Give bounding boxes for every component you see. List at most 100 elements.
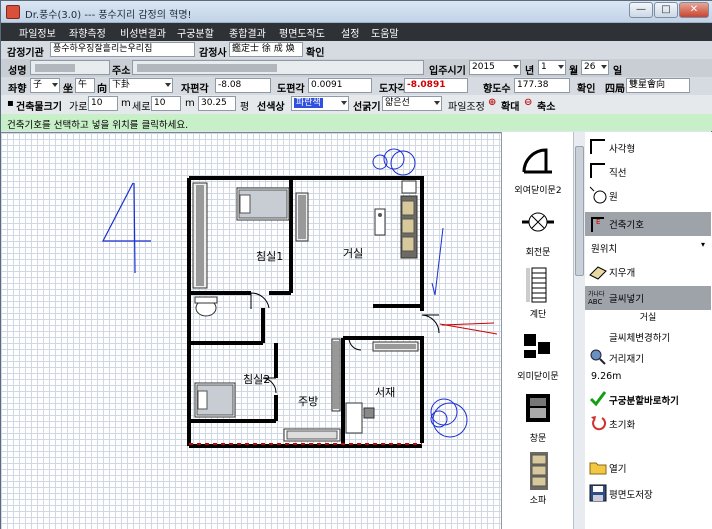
- tool-text-insert[interactable]: 가나다 ABC 글씨넣기: [585, 286, 711, 310]
- jwa-select[interactable]: 子: [30, 78, 60, 93]
- area-field[interactable]: 30.25: [198, 96, 236, 111]
- app-window: Dr.풍수(3.0) --- 풍수지리 감정의 혁명! — □ ✕ 파일정보 좌…: [0, 0, 712, 529]
- tool-measure[interactable]: 거리재기: [585, 346, 711, 368]
- menu-file-info[interactable]: 파일정보: [19, 25, 56, 40]
- palette-scrollbar[interactable]: [573, 132, 585, 529]
- jwa-char-label: 坐: [63, 84, 73, 95]
- hyangdo-field[interactable]: 177.38: [514, 78, 570, 93]
- menu-flying-star[interactable]: 비성변결과: [120, 25, 166, 40]
- chevron-down-icon: [52, 83, 58, 87]
- minimize-button[interactable]: —: [629, 2, 653, 18]
- bed-2: [194, 382, 236, 418]
- month-unit-label: 월: [569, 66, 579, 77]
- minus-circle-icon[interactable]: ⊖: [524, 97, 532, 108]
- room-label-study: 서재: [375, 386, 395, 399]
- menu-nine-grid[interactable]: 구궁분할: [177, 25, 214, 40]
- line-thickness-select[interactable]: 얇은선: [382, 96, 442, 111]
- symbol-icon: E: [591, 217, 604, 232]
- appraiser-person-field[interactable]: 鑑定士 徐 成 煥: [229, 42, 303, 57]
- dojagak-label: 도자각: [379, 84, 407, 95]
- tool-reset[interactable]: 초기화: [585, 412, 711, 434]
- window-title: Dr.풍수(3.0) --- 풍수지리 감정의 혁명!: [25, 10, 192, 21]
- plus-circle-icon[interactable]: ⊕: [488, 97, 496, 108]
- text-icon: 가나다ABC: [588, 290, 605, 306]
- tool-rectangle[interactable]: 사각형: [585, 136, 711, 158]
- tool-circle[interactable]: 원: [585, 184, 711, 206]
- menu-help[interactable]: 도움말: [371, 25, 399, 40]
- wardrobe-1: [192, 182, 208, 289]
- width-field[interactable]: 10: [88, 96, 118, 111]
- year-unit-label: 년: [525, 66, 535, 77]
- tool-panel: 사각형 직선 원 E 건축기호 원위치 ▾ 지우개 가나다 ABC 글씨넣기 거실…: [585, 132, 712, 529]
- sliding-door-icon: [524, 334, 550, 358]
- hyang-char-label: 向: [97, 84, 107, 95]
- hyang-field[interactable]: 午: [75, 78, 95, 93]
- rectangle-icon: [590, 139, 605, 154]
- tool-save[interactable]: 평면도저장: [585, 482, 711, 504]
- tool-line[interactable]: 직선: [585, 160, 711, 182]
- tool-eraser[interactable]: 지우개: [585, 260, 711, 282]
- close-button[interactable]: ✕: [679, 2, 709, 18]
- scrollbar-thumb[interactable]: [575, 146, 584, 276]
- palette-sofa[interactable]: 소파: [504, 446, 572, 506]
- menu-floorplan[interactable]: 평면도작도: [279, 25, 325, 40]
- svg-text:E: E: [596, 218, 600, 226]
- zoom-in-button[interactable]: 확대: [501, 98, 519, 113]
- orientation-row: 좌향 子 坐 午 向 下卦 자편각 -8.08 도편각 0.0091 도자각 -…: [1, 77, 712, 95]
- month-select[interactable]: 1: [538, 60, 566, 75]
- hyang-sub-select[interactable]: 下卦: [109, 78, 173, 93]
- appraiser-confirm-button[interactable]: 확인: [306, 44, 324, 59]
- tool-place-dropdown[interactable]: 원위치 ▾: [585, 238, 711, 256]
- maximize-button[interactable]: □: [654, 2, 678, 18]
- palette-stairs[interactable]: 계단: [504, 260, 572, 320]
- revolving-door-icon: [522, 212, 554, 232]
- bookshelf: [372, 341, 419, 352]
- area-unit: 평: [240, 102, 250, 113]
- file-adjust-label: 파일조정: [448, 102, 485, 113]
- chevron-down-icon: [341, 101, 347, 105]
- drawn-circles-top: [372, 148, 416, 176]
- appraiser-person-label: 감정사: [199, 48, 227, 59]
- height-field[interactable]: 10: [151, 96, 181, 111]
- menu-bar: 파일정보 좌향측정 비성변결과 구궁분할 종합결과 평면도작도 설정 도움말: [1, 23, 712, 41]
- tool-font-change[interactable]: 글씨체변경하기: [585, 328, 711, 346]
- line-color-select[interactable]: 파란색: [291, 96, 349, 111]
- dopyeon-field[interactable]: 0.0091: [308, 78, 372, 93]
- kitchen-counter: [331, 338, 341, 412]
- window-icon: [526, 394, 550, 422]
- text-value-field[interactable]: 거실: [587, 312, 707, 327]
- svg-text:ABC: ABC: [588, 298, 602, 306]
- toilet: [194, 296, 218, 317]
- save-disk-icon: [589, 484, 607, 502]
- width-unit: m: [121, 98, 131, 109]
- zoom-out-button[interactable]: 축소: [537, 98, 555, 113]
- sink: [283, 428, 341, 442]
- chevron-down-icon: [601, 65, 607, 69]
- name-field[interactable]: [30, 60, 110, 75]
- line-color-label: 선색상: [257, 102, 285, 113]
- palette-sliding-door[interactable]: 외미닫이문: [504, 322, 572, 382]
- appraiser-org-field[interactable]: 풍수하우징잘흘리는우리집: [50, 42, 195, 57]
- stairs-icon: [526, 267, 547, 303]
- year-select[interactable]: 2015: [469, 60, 521, 75]
- palette-window[interactable]: 창문: [504, 384, 572, 444]
- palette-single-door[interactable]: 외여닫이문2: [504, 136, 572, 196]
- saguk-field[interactable]: 雙星會向: [626, 78, 690, 93]
- tool-nine-grid[interactable]: 구궁분할바로하기: [585, 388, 711, 410]
- menu-summary[interactable]: 종합결과: [229, 25, 266, 40]
- palette-revolving-door[interactable]: 회전문: [504, 198, 572, 258]
- chevron-down-icon: [558, 65, 564, 69]
- menu-settings[interactable]: 설정: [341, 25, 359, 40]
- jajeon-field[interactable]: -8.08: [215, 78, 271, 93]
- floorplan-svg[interactable]: 침실1 거실 침실2 주방 서재: [1, 133, 501, 529]
- address-field[interactable]: [132, 60, 424, 75]
- day-select[interactable]: 26: [581, 60, 609, 75]
- desk: [345, 402, 375, 434]
- tool-architectural-symbol[interactable]: E 건축기호: [585, 212, 711, 236]
- floorplan-canvas[interactable]: 침실1 거실 침실2 주방 서재: [1, 132, 501, 529]
- dojagak-field[interactable]: -8.0891: [404, 78, 468, 93]
- tool-open[interactable]: 열기: [585, 456, 711, 478]
- menu-orientation[interactable]: 좌향측정: [69, 25, 106, 40]
- single-door-icon: [522, 148, 552, 174]
- orientation-confirm-button[interactable]: 확인: [577, 80, 595, 95]
